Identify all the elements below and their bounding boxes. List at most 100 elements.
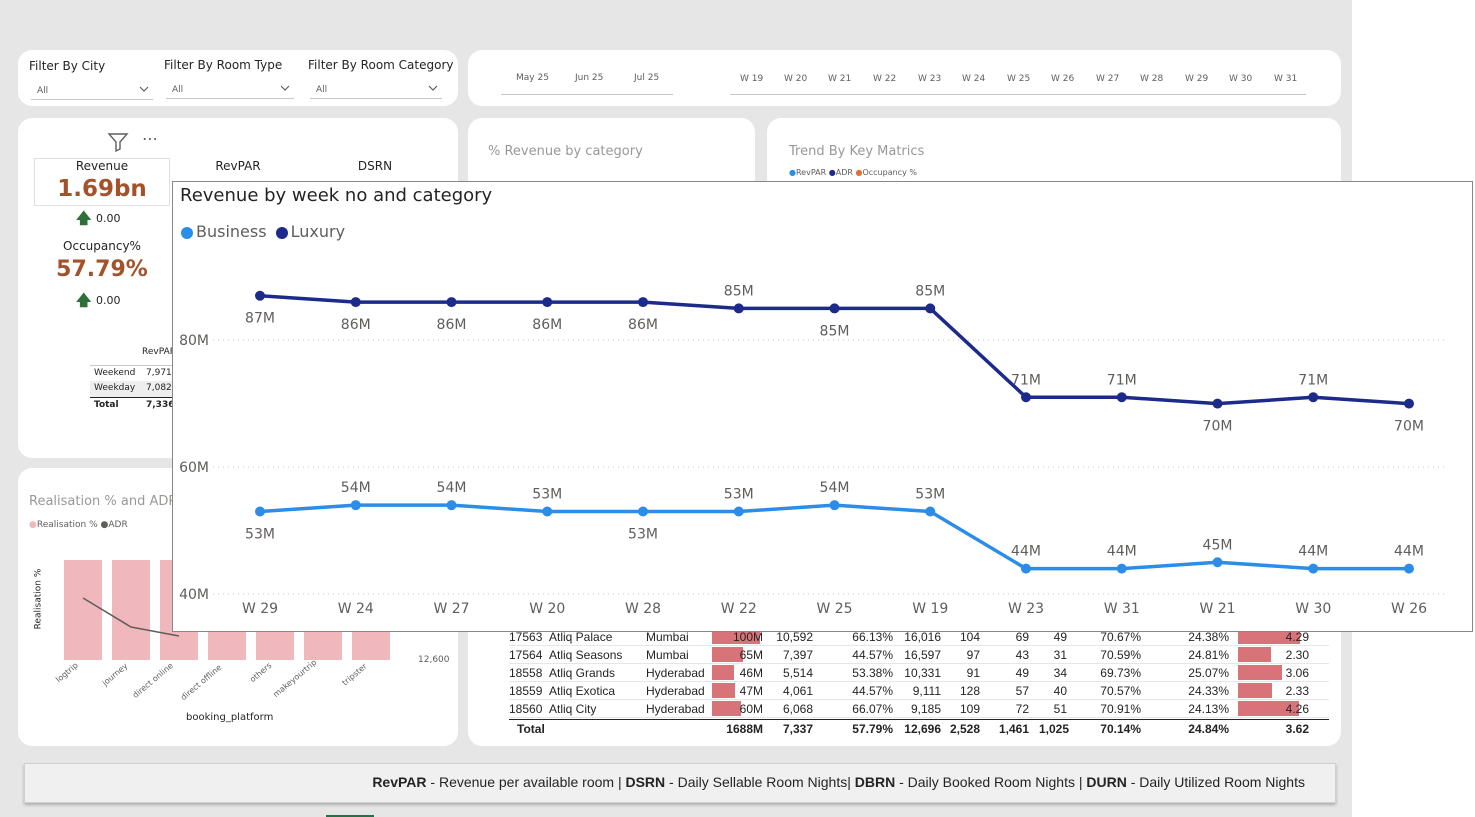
data-point (446, 500, 457, 511)
mini-row-value: 7,971. (146, 368, 175, 378)
timeline-card: May 25 Jun 25 Jul 25 W 19 W 20 W 21 W 22… (468, 50, 1341, 106)
data-label: 53M (532, 487, 562, 503)
week-item[interactable]: W 25 (1007, 74, 1030, 84)
week-item[interactable]: W 29 (1185, 74, 1208, 84)
table-cell-name: Atliq Palace (549, 630, 613, 644)
table-cell-occ: 44.57% (852, 648, 893, 662)
data-label: 87M (245, 311, 275, 327)
glossary-desc: - Daily Booked Room Nights | (895, 774, 1087, 790)
table-cell-revpar: 4,061 (782, 684, 813, 698)
total-cell-real: 70.14% (1100, 722, 1141, 736)
data-label: 54M (437, 480, 467, 496)
table-cell-id: 17564 (509, 648, 543, 662)
data-point (1116, 392, 1127, 403)
data-point (1021, 392, 1031, 403)
mini-row-label: Total (94, 400, 119, 410)
table-cell-city: Hyderabad (646, 702, 705, 716)
mini-row-label: Weekend (94, 368, 136, 378)
room-category-filter-value: All (316, 85, 328, 95)
data-label: 53M (724, 487, 754, 503)
dsrn-kpi-label: DSRN (357, 159, 393, 173)
total-cell-adr: 12,696 (904, 722, 941, 736)
data-label: 86M (532, 317, 562, 333)
x-tick-label: W 28 (625, 601, 661, 617)
table-cell-real: 70.57% (1100, 684, 1141, 698)
x-tick-label: W 24 (338, 601, 374, 617)
room-type-filter-dropdown[interactable]: All (166, 81, 294, 99)
data-label: 54M (341, 480, 371, 496)
table-cell-dbrn: 57 (1015, 684, 1029, 698)
total-cell-rating: 3.62 (1285, 722, 1309, 736)
data-point (829, 303, 840, 314)
data-point (829, 500, 840, 511)
table-row[interactable]: 18558 Atliq Grands Hyderabad 46M 5,514 53.38%… (509, 664, 1329, 682)
table-cell-adr: 16,597 (904, 648, 941, 662)
chart-plot: 40M 60M 80M W 29 W 24 W 27 W 20 W 28 W 22 W 25 W 1… (179, 283, 1448, 617)
room-category-filter-dropdown[interactable]: All (310, 81, 442, 99)
filter-icon[interactable] (107, 132, 129, 152)
week-item[interactable]: W 30 (1229, 74, 1252, 84)
table-cell-revenue: 60M (739, 702, 763, 716)
data-point (1021, 563, 1031, 574)
more-options-icon[interactable]: ⋯ (142, 129, 159, 148)
data-label: 53M (245, 527, 275, 543)
data-label: 71M (1107, 372, 1137, 388)
month-item[interactable]: May 25 (516, 73, 549, 83)
table-cell-dbrn: 69 (1015, 630, 1029, 644)
table-cell-rating: 4.29 (1285, 630, 1309, 644)
total-cell-durn: 1,025 (1039, 722, 1070, 736)
week-item[interactable]: W 21 (828, 74, 851, 84)
week-item[interactable]: W 27 (1096, 74, 1119, 84)
table-cell-name: Atliq Seasons (549, 648, 623, 662)
data-point (925, 303, 936, 314)
table-cell-id: 18560 (509, 702, 543, 716)
table-cell-durn: 31 (1053, 648, 1067, 662)
week-item[interactable]: W 24 (962, 74, 985, 84)
week-item[interactable]: W 31 (1274, 74, 1297, 84)
data-label: 44M (1394, 544, 1424, 560)
city-filter-dropdown[interactable]: All (31, 82, 153, 100)
data-label: 70M (1394, 419, 1424, 435)
glossary-desc: - Daily Sellable Room Nights| (665, 774, 855, 790)
week-item[interactable]: W 19 (740, 74, 763, 84)
legend-adr: ADR (835, 168, 853, 177)
data-point (255, 506, 265, 517)
data-label: 86M (628, 317, 658, 333)
table-row[interactable]: 17564 Atliq Seasons Mumbai 65M 7,397 44.57% 16… (509, 646, 1329, 664)
week-item[interactable]: W 28 (1140, 74, 1163, 84)
x-tick-label: W 26 (1391, 601, 1427, 617)
data-label: 85M (915, 283, 945, 299)
table-row[interactable]: 18559 Atliq Exotica Hyderabad 47M 4,061 44.57… (509, 682, 1329, 700)
month-slicer[interactable] (501, 94, 673, 95)
mini-table-row: Total 7,336. (90, 397, 180, 413)
glossary-term: DURN (1086, 774, 1127, 790)
table-cell-rating: 3.06 (1285, 666, 1309, 680)
week-item[interactable]: W 23 (918, 74, 941, 84)
x-tick-label: W 30 (1295, 601, 1331, 617)
week-item[interactable]: W 20 (784, 74, 807, 84)
table-cell-revpar: 7,397 (782, 648, 813, 662)
data-point (638, 506, 648, 517)
x-tick-label: W 20 (529, 601, 565, 617)
table-cell-revpar: 10,592 (776, 630, 813, 644)
table-cell-city: Hyderabad (646, 684, 705, 698)
table-row[interactable]: 18560 Atliq City Hyderabad 60M 6,068 66.07% 9,… (509, 700, 1329, 718)
data-point (733, 506, 744, 517)
revenue-week-category-chart[interactable]: Revenue by week no and category Business… (172, 181, 1473, 632)
month-item[interactable]: Jun 25 (575, 73, 603, 83)
data-label: 44M (1011, 544, 1041, 560)
week-item[interactable]: W 26 (1051, 74, 1074, 84)
table-cell-dsrn: 91 (966, 666, 980, 680)
revenue-kpi-delta: 0.00 (96, 212, 121, 225)
week-item[interactable]: W 22 (873, 74, 896, 84)
table-cell-revenue: 46M (739, 666, 763, 680)
room-type-filter-label: Filter By Room Type (164, 58, 283, 72)
city-filter-value: All (37, 86, 49, 96)
data-point (542, 506, 553, 517)
room-type-filter-value: All (172, 85, 184, 95)
month-item[interactable]: Jul 25 (634, 73, 659, 83)
table-cell-name: Atliq Grands (549, 666, 616, 680)
revenue-kpi-label: Revenue (75, 159, 129, 173)
week-slicer[interactable] (730, 94, 1306, 95)
data-point (542, 297, 553, 308)
